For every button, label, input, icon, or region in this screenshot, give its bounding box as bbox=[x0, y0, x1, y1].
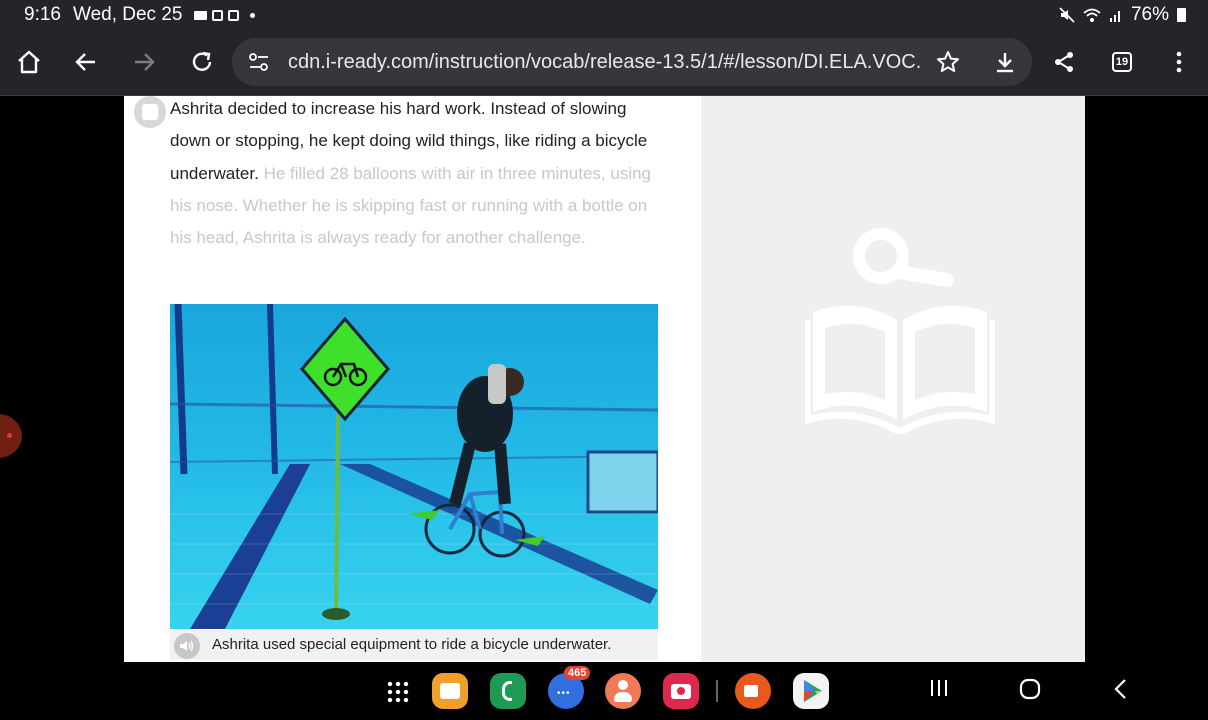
video-notification-icon bbox=[194, 10, 208, 20]
play-triangle-icon bbox=[804, 680, 822, 702]
url-bar[interactable]: cdn.i-ready.com/instruction/vocab/releas… bbox=[232, 38, 1032, 86]
speaker-icon bbox=[180, 640, 194, 652]
wifi-icon bbox=[1083, 8, 1101, 22]
back-button[interactable] bbox=[66, 42, 106, 82]
battery-percent: 76% bbox=[1130, 4, 1169, 25]
home-icon bbox=[18, 50, 40, 74]
battery-icon bbox=[1177, 8, 1186, 22]
site-settings-icon[interactable] bbox=[248, 52, 270, 72]
lesson-content: Ashrita decided to increase his hard wor… bbox=[124, 96, 1085, 662]
reading-pane: Ashrita decided to increase his hard wor… bbox=[124, 96, 701, 662]
home-button[interactable] bbox=[9, 42, 49, 82]
home-nav-icon[interactable] bbox=[1019, 678, 1041, 700]
reload-icon bbox=[192, 51, 212, 71]
download-icon[interactable] bbox=[993, 50, 1017, 74]
photo-caption: Ashrita used special equipment to ride a… bbox=[170, 630, 658, 660]
read-checkbox[interactable] bbox=[134, 96, 166, 128]
search-book-icon bbox=[805, 228, 995, 434]
caption-audio-button[interactable] bbox=[174, 633, 200, 659]
more-notifications-icon bbox=[250, 12, 256, 18]
camera-app-icon[interactable] bbox=[663, 673, 699, 709]
reload-button[interactable] bbox=[182, 42, 222, 82]
passage-text: Ashrita decided to increase his hard wor… bbox=[170, 96, 670, 254]
forward-icon bbox=[135, 53, 155, 71]
floating-side-button[interactable] bbox=[0, 414, 22, 458]
screen-recorder-app-icon[interactable] bbox=[735, 673, 771, 709]
notification-icons bbox=[194, 9, 256, 21]
record-dot-icon bbox=[7, 433, 12, 438]
app-notification-icon-2 bbox=[228, 9, 240, 21]
back-nav-icon[interactable] bbox=[1112, 678, 1128, 700]
underwater-bicycle-photo bbox=[170, 304, 658, 629]
signal-icon bbox=[1109, 11, 1120, 22]
url-text[interactable]: cdn.i-ready.com/instruction/vocab/releas… bbox=[288, 51, 920, 74]
pool-scene-illustration bbox=[170, 304, 658, 629]
caption-text: Ashrita used special equipment to ride a… bbox=[212, 636, 612, 653]
browser-toolbar: cdn.i-ready.com/instruction/vocab/releas… bbox=[0, 29, 1208, 96]
status-right: 76% bbox=[1059, 4, 1186, 26]
recent-apps-icon[interactable] bbox=[929, 678, 949, 698]
star-icon[interactable] bbox=[936, 50, 960, 74]
menu-icon bbox=[1176, 51, 1182, 73]
vocabulary-side-pane bbox=[701, 96, 1085, 662]
tabs-button[interactable]: 19 bbox=[1102, 42, 1142, 82]
share-icon bbox=[1055, 52, 1073, 72]
status-date: Wed, Dec 25 bbox=[72, 4, 183, 25]
app-drawer-icon[interactable] bbox=[387, 681, 409, 703]
mute-icon bbox=[1059, 7, 1075, 23]
status-left: 9:16 Wed, Dec 25 bbox=[24, 4, 256, 26]
status-time: 9:16 bbox=[24, 4, 61, 25]
tabs-icon: 19 bbox=[1112, 52, 1132, 72]
back-icon bbox=[75, 53, 95, 71]
checkbox-box-icon bbox=[142, 104, 158, 120]
files-app-icon[interactable] bbox=[432, 673, 468, 709]
forward-button[interactable] bbox=[124, 42, 164, 82]
messages-badge: 465 bbox=[564, 666, 591, 680]
app-notification-icon bbox=[212, 9, 224, 21]
status-bar: 9:16 Wed, Dec 25 76% bbox=[0, 0, 1208, 29]
dock-divider bbox=[716, 680, 718, 702]
app-dock: ••• 465 bbox=[0, 662, 1208, 720]
play-store-app-icon[interactable] bbox=[793, 673, 829, 709]
contacts-app-icon[interactable] bbox=[605, 673, 641, 709]
phone-app-icon[interactable] bbox=[490, 673, 526, 709]
messages-app-icon[interactable]: ••• 465 bbox=[548, 666, 591, 709]
menu-button[interactable] bbox=[1159, 42, 1199, 82]
share-button[interactable] bbox=[1044, 42, 1084, 82]
